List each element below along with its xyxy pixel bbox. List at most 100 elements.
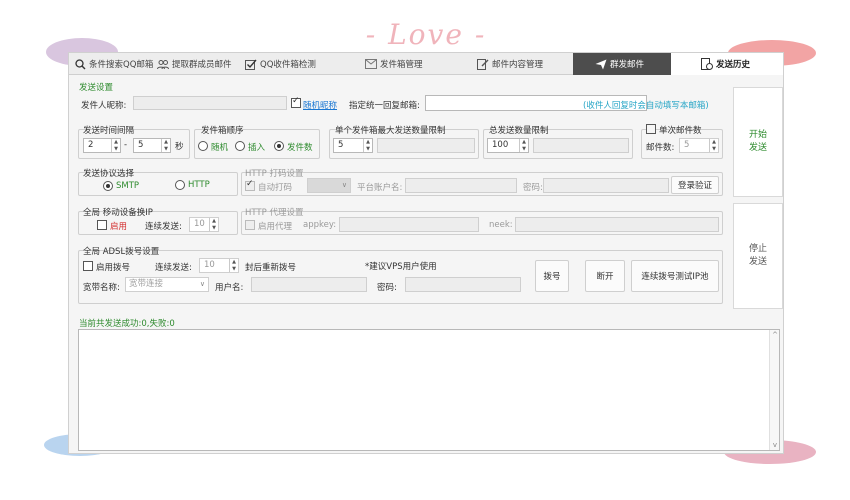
tab-extract-group[interactable]: 提取群成员邮件 [151, 53, 239, 75]
neek-input[interactable] [515, 217, 719, 232]
tab-label: 群发邮件 [610, 60, 645, 70]
envelope-icon [365, 58, 377, 70]
mobile-ip-enable-label[interactable]: 启用 [110, 220, 127, 232]
tab-search-qq[interactable]: 条件搜索QQ邮箱 [69, 53, 153, 75]
chevron-down-icon: ∨ [199, 280, 205, 288]
stepper-arrows[interactable]: ▲ ▼ [111, 139, 120, 152]
captcha-password-input[interactable] [543, 178, 669, 193]
scroll-down-icon[interactable]: v [770, 441, 780, 449]
stepper-down-icon[interactable]: ▼ [210, 225, 218, 232]
mobile-ip-legend: 全局 移动设备换IP [83, 208, 153, 218]
interval-dash: - [124, 140, 128, 150]
reply-hint: (收件人回复时会自动填写本邮箱) [583, 101, 709, 111]
neek-label: neek: [489, 220, 513, 230]
proxy-enable-checkbox[interactable] [245, 220, 255, 230]
mobile-ip-continuous-label: 连续发送: [145, 222, 182, 232]
order-insert-label[interactable]: 插入 [248, 141, 265, 153]
dial-test-ip-pool-button[interactable]: 连续拨号测试IP池 [631, 260, 719, 292]
auto-captcha-label[interactable]: 自动打码 [258, 181, 292, 193]
app-window: 条件搜索QQ邮箱 提取群成员邮件 QQ收件箱检测 发件箱管理 邮件内容管理 群发… [68, 52, 784, 454]
interval-max-stepper[interactable]: 5 ▲ ▼ [133, 138, 171, 153]
captcha-platform-select[interactable]: ∨ [307, 178, 351, 193]
interval-unit: 秒 [175, 142, 184, 152]
platform-account-input[interactable] [405, 178, 517, 193]
select-value: 宽带连接 [129, 279, 164, 289]
protocol-http-label[interactable]: HTTP [188, 180, 210, 190]
order-count-radio[interactable] [274, 141, 284, 151]
start-send-button[interactable]: 开始发送 [733, 87, 783, 197]
adsl-enable-label[interactable]: 启用拨号 [96, 261, 130, 273]
adsl-continuous-stepper[interactable]: 10 ▲ ▼ [199, 258, 239, 273]
log-textarea[interactable]: ^ v [78, 329, 780, 451]
sender-nickname-input[interactable] [133, 96, 287, 110]
broadband-name-label: 宽带名称: [83, 283, 120, 293]
reply-to-label: 指定统一回复邮箱: [349, 101, 420, 111]
stepper-arrows[interactable]: ▲ ▼ [363, 139, 372, 152]
single-count-label[interactable]: 单次邮件数 [659, 124, 702, 136]
order-insert-radio[interactable] [235, 141, 245, 151]
stepper-down-icon[interactable]: ▼ [112, 146, 120, 153]
order-count-label[interactable]: 发件数 [287, 141, 313, 153]
adsl-enable-checkbox[interactable] [83, 261, 93, 271]
random-nickname-checkbox[interactable] [291, 96, 301, 108]
stepper-down-icon[interactable]: ▼ [520, 146, 528, 153]
platform-account-label: 平台账户名: [357, 183, 403, 193]
stepper-arrows[interactable]: ▲ ▼ [161, 139, 170, 152]
tab-bar: 条件搜索QQ邮箱 提取群成员邮件 QQ收件箱检测 发件箱管理 邮件内容管理 群发… [69, 53, 783, 75]
stepper-down-icon[interactable]: ▼ [230, 266, 238, 273]
proxy-enable-label[interactable]: 启用代理 [258, 220, 292, 232]
appkey-input[interactable] [339, 217, 479, 232]
stepper-arrows[interactable]: ▲ ▼ [709, 139, 718, 152]
stepper-down-icon[interactable]: ▼ [364, 146, 372, 153]
stepper-value: 100 [492, 140, 509, 150]
scroll-up-icon[interactable]: ^ [770, 331, 780, 339]
log-scrollbar[interactable]: ^ v [769, 330, 779, 450]
total-limit-extra [533, 138, 629, 153]
interval-min-stepper[interactable]: 2 ▲ ▼ [83, 138, 121, 153]
send-settings-legend: 发送设置 [79, 83, 114, 93]
tab-qq-inbox-check[interactable]: QQ收件箱检测 [239, 53, 349, 75]
random-nickname-label[interactable]: 随机昵称 [303, 99, 337, 111]
tab-send-history[interactable]: 发送历史 [671, 53, 783, 75]
adsl-user-label: 用户名: [215, 283, 244, 293]
total-limit-stepper[interactable]: 100 ▲ ▼ [487, 138, 529, 153]
total-limit-legend: 总发送数量限制 [489, 126, 549, 136]
disconnect-button[interactable]: 断开 [585, 260, 625, 292]
order-random-label[interactable]: 随机 [211, 141, 228, 153]
tab-mass-send[interactable]: 群发邮件 [573, 53, 671, 75]
protocol-http-radio[interactable] [175, 180, 185, 190]
stepper-arrows[interactable]: ▲ ▼ [229, 259, 238, 272]
search-icon [75, 58, 86, 70]
paper-plane-icon [595, 58, 607, 70]
stepper-arrows[interactable]: ▲ ▼ [519, 139, 528, 152]
stepper-value: 10 [194, 219, 205, 229]
checkbox-icon [245, 58, 257, 70]
captcha-password-label: 密码: [523, 183, 543, 193]
single-count-checkbox[interactable] [646, 124, 656, 134]
dial-button[interactable]: 拨号 [535, 260, 569, 292]
screenshot-stage: - Love - 条件搜索QQ邮箱 提取群成员邮件 QQ收件箱检测 发件箱管理 [0, 0, 850, 500]
mobile-ip-continuous-stepper[interactable]: 10 ▲ ▼ [189, 217, 219, 232]
protocol-smtp-radio[interactable] [103, 181, 113, 191]
mobile-ip-enable-checkbox[interactable] [97, 220, 107, 230]
broadband-name-select[interactable]: 宽带连接 ∨ [125, 277, 209, 292]
history-document-icon [701, 58, 713, 70]
auto-captcha-checkbox[interactable] [245, 179, 255, 191]
stepper-down-icon[interactable]: ▼ [162, 146, 170, 153]
protocol-smtp-label[interactable]: SMTP [116, 181, 139, 191]
adsl-user-input[interactable] [251, 277, 367, 292]
single-count-stepper[interactable]: 5 ▲ ▼ [679, 138, 719, 153]
appkey-label: appkey: [303, 220, 337, 230]
adsl-password-input[interactable] [405, 277, 521, 292]
single-count-field-label: 邮件数: [646, 143, 675, 153]
login-verify-button[interactable]: 登录验证 [671, 176, 719, 194]
order-random-radio[interactable] [198, 141, 208, 151]
stepper-down-icon[interactable]: ▼ [710, 146, 718, 153]
tab-outbox-manage[interactable]: 发件箱管理 [349, 53, 463, 75]
stepper-arrows[interactable]: ▲ ▼ [209, 218, 218, 231]
tab-label: QQ收件箱检测 [260, 60, 316, 70]
stop-send-button[interactable]: 停止发送 [733, 203, 783, 309]
per-mailbox-limit-stepper[interactable]: 5 ▲ ▼ [333, 138, 373, 153]
adsl-redial-label: 封后重新拨号 [245, 263, 297, 273]
tab-mail-content[interactable]: 邮件内容管理 [463, 53, 573, 75]
